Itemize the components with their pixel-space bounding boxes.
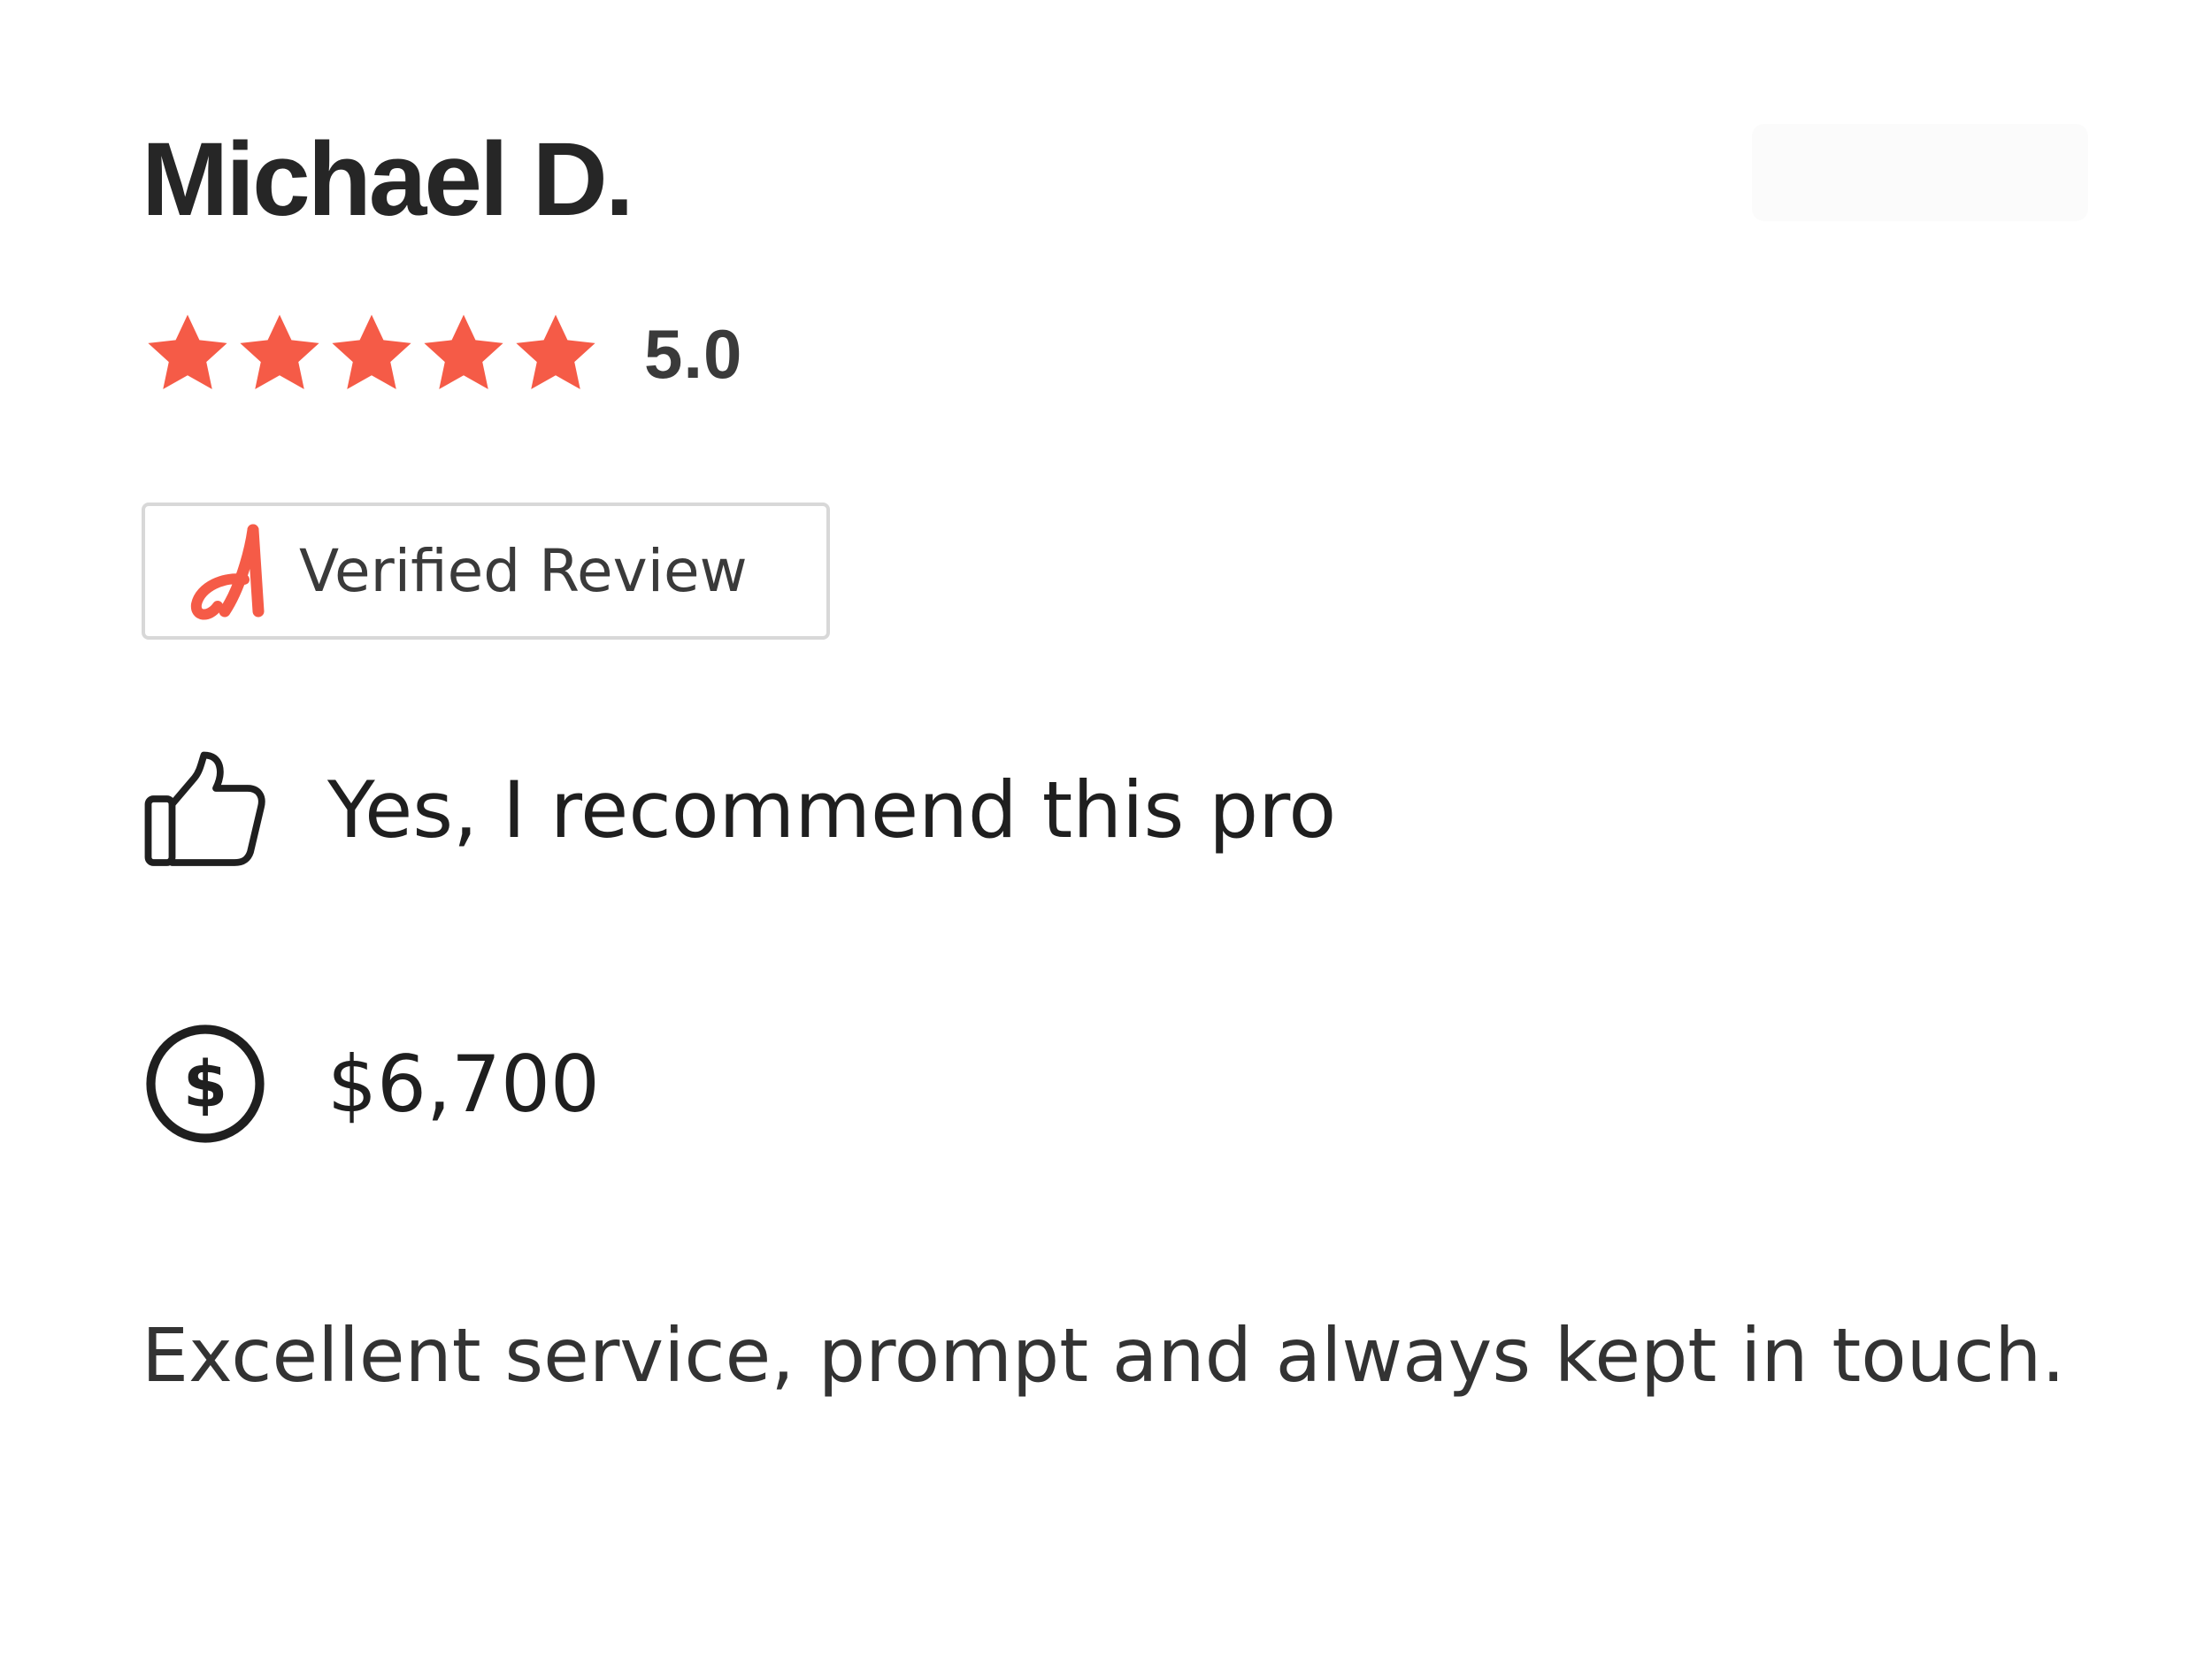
- star-rating: [142, 308, 602, 400]
- verified-review-badge: Verified Review: [142, 503, 830, 640]
- star-icon: [332, 314, 411, 389]
- star-icon: [240, 314, 319, 389]
- star-icon: [148, 314, 227, 389]
- review-body: Excellent service, prompt and always kep…: [142, 1312, 2066, 1399]
- recommendation-text: Yes, I recommend this pro: [327, 764, 1337, 856]
- reviewer-name: Michael D.: [142, 121, 634, 238]
- angi-logo-icon: [190, 524, 265, 619]
- cost-row: $ $6,700: [142, 1017, 600, 1150]
- cost-text: $6,700: [327, 1038, 600, 1130]
- svg-text:$: $: [183, 1048, 227, 1122]
- star-icon: [516, 314, 595, 389]
- rating-row: 5.0: [142, 305, 742, 403]
- verified-review-label: Verified Review: [299, 537, 748, 605]
- review-card: Michael D. 5.0 Verified Review Yes, I re…: [0, 0, 2212, 1673]
- faded-placeholder: [1752, 124, 2088, 221]
- recommendation-row: Yes, I recommend this pro: [142, 743, 1336, 876]
- thumbs-up-icon: [144, 751, 265, 866]
- star-icon: [424, 314, 503, 389]
- dollar-circle-icon: $: [146, 1025, 265, 1143]
- rating-value: 5.0: [644, 314, 743, 393]
